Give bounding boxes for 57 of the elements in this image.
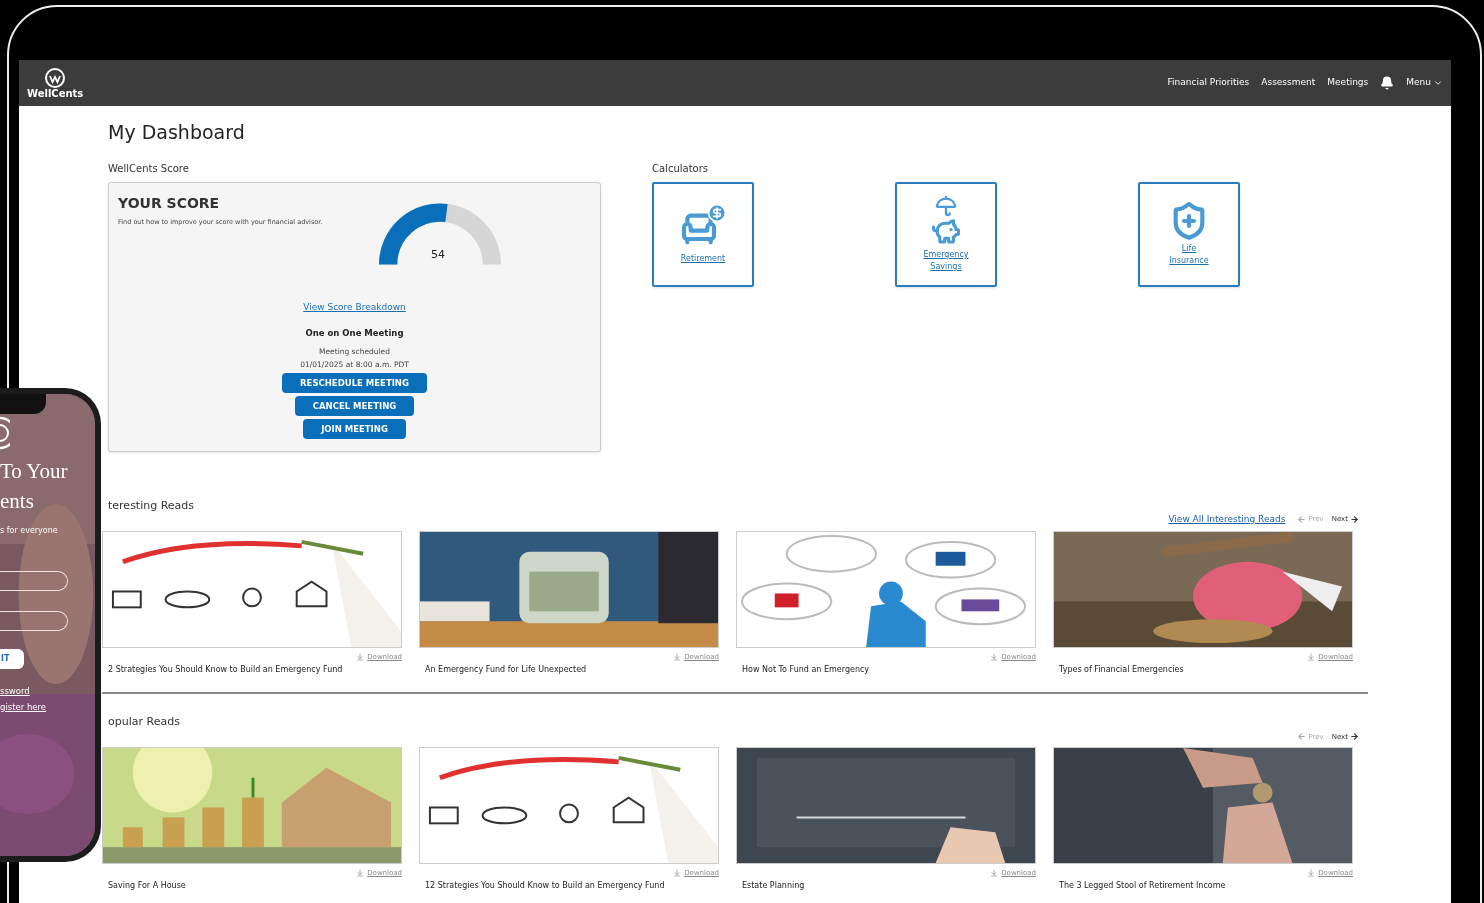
section-title: teresting Reads [107, 497, 195, 514]
download-icon [1307, 869, 1316, 878]
article-title[interactable]: An Emergency Fund for Life Unexpected [419, 663, 719, 676]
welcome-heading: ents [0, 488, 34, 515]
nav-link[interactable]: Assessment [1261, 76, 1316, 90]
calculator-card[interactable]: Emergency Savings [895, 181, 997, 287]
article-title[interactable]: The 3 Legged Stool of Retirement Income [1053, 879, 1353, 892]
forgot-password-link[interactable]: ssword [0, 685, 30, 698]
meeting-button[interactable]: JOIN MEETING [303, 419, 406, 440]
download-icon [356, 869, 365, 878]
logo-text: WellCents [27, 89, 84, 99]
download-icon [673, 869, 682, 878]
page-title: My Dashboard [107, 120, 246, 145]
view-all-link[interactable]: View All Interesting Reads [1168, 512, 1286, 526]
article-title[interactable]: How Not To Fund an Emergency [736, 663, 1036, 676]
article-title[interactable]: Estate Planning [736, 879, 1036, 892]
article-title[interactable]: 12 Strategies You Should Know to Build an Emergency Fund [419, 879, 719, 892]
download-icon [990, 653, 999, 662]
section-title: opular Reads [107, 713, 180, 730]
arrow-right-icon [1350, 732, 1359, 742]
tagline: s for everyone [0, 525, 58, 537]
calculator-link[interactable]: Life Insurance [1164, 243, 1214, 267]
article-title[interactable]: Saving For A House [102, 879, 402, 892]
download-icon [1307, 653, 1316, 662]
umbrella-icon [935, 195, 957, 217]
register-link[interactable]: gister here [0, 700, 47, 714]
logo-icon [44, 67, 67, 89]
nav-link[interactable]: Financial Priorities [1167, 76, 1250, 90]
article-title[interactable]: Types of Financial Emergencies [1053, 663, 1353, 676]
arrow-left-icon [1297, 514, 1307, 524]
chevron-down-icon [1433, 78, 1443, 88]
article-title[interactable]: 2 Strategies You Should Know to Build an Emergency Fund [102, 663, 402, 676]
menu-button[interactable]: Menu [1406, 76, 1443, 90]
score-breakdown-link[interactable]: View Score Breakdown [303, 300, 406, 314]
download-icon [990, 869, 999, 878]
piggy-bank-icon [931, 217, 961, 247]
score-value: 54 [431, 246, 445, 263]
arrow-right-icon [1350, 514, 1359, 524]
bell-icon[interactable] [1380, 76, 1395, 90]
meeting-button[interactable]: RESCHEDULE MEETING [282, 373, 427, 394]
dollar-coin-icon [707, 203, 727, 223]
calculator-card[interactable]: Life Insurance [1138, 181, 1240, 287]
download-icon [673, 653, 682, 662]
submit-button[interactable]: IT [0, 649, 24, 669]
logo-icon [0, 416, 10, 450]
meeting-title: One on One Meeting [305, 327, 404, 340]
arrow-left-icon [1297, 732, 1307, 742]
score-title: YOUR SCORE [118, 193, 221, 213]
nav-link[interactable]: Meetings [1327, 76, 1369, 90]
calculator-link[interactable]: Retirement [678, 253, 728, 265]
welcome-heading: To Your [0, 458, 68, 485]
meeting-button[interactable]: CANCEL MEETING [294, 396, 415, 417]
calculator-link[interactable]: Emergency Savings [921, 249, 971, 273]
section-title: Calculators [652, 161, 709, 176]
section-title: WellCents Score [108, 161, 190, 176]
download-icon [356, 653, 365, 662]
calculator-card[interactable]: Retirement [652, 181, 754, 287]
